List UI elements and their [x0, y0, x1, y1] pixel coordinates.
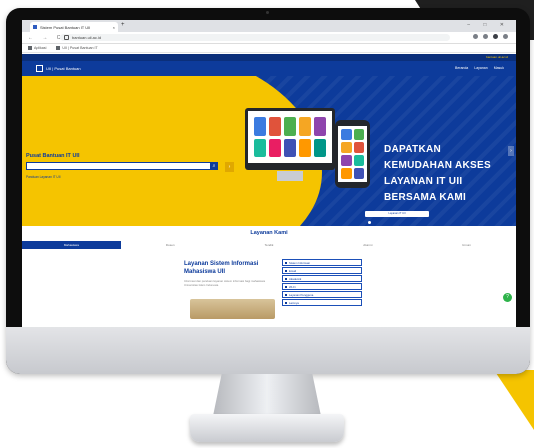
- app-tile-icon: [314, 117, 326, 136]
- hero-banner: Pusat Bantuan IT UII ⌕ › Panduan Layanan…: [22, 76, 516, 226]
- profile-avatar-icon[interactable]: [493, 34, 498, 39]
- carousel-next-icon[interactable]: ›: [508, 146, 514, 156]
- hero-cta-text: DAPATKAN KEMUDAHAN AKSES LAYANAN IT UII …: [384, 142, 491, 206]
- extension-icon[interactable]: [483, 34, 488, 39]
- carousel-dot[interactable]: [368, 221, 371, 224]
- hero-search-title: Pusat Bantuan IT UII: [26, 153, 80, 159]
- site-logo-icon[interactable]: [36, 65, 43, 72]
- tab-dosen[interactable]: Dosen: [121, 241, 220, 249]
- bookmark-icon: [56, 46, 61, 51]
- service-link[interactable]: Wi-Fi: [282, 283, 362, 290]
- app-tile-icon: [353, 168, 364, 179]
- app-tile-icon: [341, 168, 352, 179]
- app-tile-icon: [254, 138, 266, 157]
- hero-phone-illustration: [335, 120, 370, 188]
- service-link[interactable]: Layanan Pengguna: [282, 291, 362, 298]
- hero-desktop-illustration: [245, 108, 335, 170]
- monitor-chin: [6, 327, 530, 374]
- service-content-title-line: Mahasiswa UII: [184, 269, 226, 275]
- app-tile-icon: [341, 142, 352, 153]
- service-link[interactable]: Lainnya: [282, 299, 362, 306]
- service-content-title-line: Layanan Sistem Informasi: [184, 261, 259, 267]
- tab-tendik[interactable]: Tendik: [220, 241, 319, 249]
- browser-extension-icons: [473, 34, 508, 39]
- favicon-icon: [33, 25, 37, 29]
- hero-search-hint[interactable]: Panduan Layanan IT UII: [26, 175, 61, 179]
- nav-link-masuk[interactable]: Masuk: [494, 66, 504, 70]
- bookmark-uii[interactable]: UII | Pusat Bantuan IT: [56, 46, 98, 51]
- app-tile-icon: [299, 138, 311, 157]
- search-icon[interactable]: ⌕: [210, 162, 218, 170]
- app-tile-icon: [284, 117, 296, 136]
- service-link[interactable]: Sistem Informasi: [282, 259, 362, 266]
- address-bar[interactable]: bantuan.uii.ac.id: [60, 34, 450, 41]
- apps-grid-icon: [28, 46, 32, 51]
- window-controls[interactable]: – □ ✕: [467, 22, 510, 28]
- tab-close-icon[interactable]: ×: [113, 25, 115, 30]
- hero-cta-line: BERSAMA KAMI: [384, 192, 467, 203]
- site-navbar: UII | Pusat Bantuan Beranda Layanan Masu…: [22, 61, 516, 76]
- desktop-app-grid: [248, 111, 332, 163]
- bookmarks-bar: Aplikasi UII | Pusat Bantuan IT: [22, 44, 516, 53]
- lock-icon: [64, 35, 69, 40]
- app-tile-icon: [269, 138, 281, 157]
- site-nav-links: Beranda Layanan Masuk: [455, 66, 504, 70]
- chat-help-button[interactable]: ?: [503, 293, 512, 302]
- hero-arrow-button[interactable]: ›: [225, 162, 234, 172]
- hero-badge[interactable]: Layanan IT UII: [365, 211, 429, 217]
- service-content-body: Informasi dan panduan layanan sistem inf…: [184, 279, 265, 287]
- background-yellow-shape: [494, 370, 534, 430]
- hero-cta-line: DAPATKAN: [384, 144, 442, 155]
- app-tile-icon: [314, 138, 326, 157]
- service-content-title: Layanan Sistem Informasi Mahasiswa UII: [184, 260, 284, 276]
- service-link[interactable]: Akademik: [282, 275, 362, 282]
- desktop-illustration-stand: [277, 171, 303, 181]
- site-logo-text[interactable]: UII | Pusat Bantuan: [46, 66, 81, 71]
- phone-app-grid: [338, 126, 367, 182]
- hero-cta-line: LAYANAN IT UII: [384, 176, 463, 187]
- star-icon[interactable]: [473, 34, 478, 39]
- app-tile-icon: [341, 129, 352, 140]
- hero-cta-line: KEMUDAHAN AKSES: [384, 160, 491, 171]
- site-top-bar: bantuan.uii.ac.id: [22, 54, 516, 61]
- services-tabs: Mahasiswa Dosen Tendik Alumni Umum: [22, 241, 516, 249]
- bookmark-apps[interactable]: Aplikasi: [28, 46, 46, 51]
- service-content-image: [190, 299, 275, 319]
- tab-title: Sistem Pusat Bantuan IT UII: [40, 24, 91, 30]
- app-tile-icon: [284, 138, 296, 157]
- monitor-stand-neck: [213, 374, 321, 416]
- services-section-title: Layanan Kami: [250, 230, 288, 236]
- app-tile-icon: [341, 155, 352, 166]
- webcam-icon: [266, 11, 269, 14]
- nav-link-beranda[interactable]: Beranda: [455, 66, 468, 70]
- app-tile-icon: [269, 117, 281, 136]
- nav-link-layanan[interactable]: Layanan: [474, 66, 487, 70]
- tab-umum[interactable]: Umum: [417, 241, 516, 249]
- app-tile-icon: [353, 155, 364, 166]
- browser-tab-bar: Sistem Pusat Bantuan IT UII × + – □ ✕: [22, 20, 516, 32]
- browser-toolbar: ← → C bantuan.uii.ac.id: [22, 32, 516, 44]
- service-link[interactable]: Email: [282, 267, 362, 274]
- app-tile-icon: [353, 142, 364, 153]
- app-tile-icon: [254, 117, 266, 136]
- monitor-screen: Sistem Pusat Bantuan IT UII × + – □ ✕ ← …: [22, 20, 516, 327]
- app-tile-icon: [353, 129, 364, 140]
- service-link-list: Sistem Informasi Email Akademik Wi-Fi La…: [282, 259, 362, 307]
- hero-search-input[interactable]: [26, 162, 212, 170]
- new-tab-button[interactable]: +: [121, 22, 125, 28]
- address-url: bantuan.uii.ac.id: [72, 35, 102, 40]
- menu-icon[interactable]: [503, 34, 508, 39]
- navigation-buttons[interactable]: ← → C: [28, 35, 64, 41]
- monitor-stand-base: [190, 414, 344, 442]
- browser-tab[interactable]: Sistem Pusat Bantuan IT UII ×: [30, 22, 118, 32]
- tab-mahasiswa[interactable]: Mahasiswa: [22, 241, 121, 249]
- tab-alumni[interactable]: Alumni: [318, 241, 417, 249]
- app-tile-icon: [299, 117, 311, 136]
